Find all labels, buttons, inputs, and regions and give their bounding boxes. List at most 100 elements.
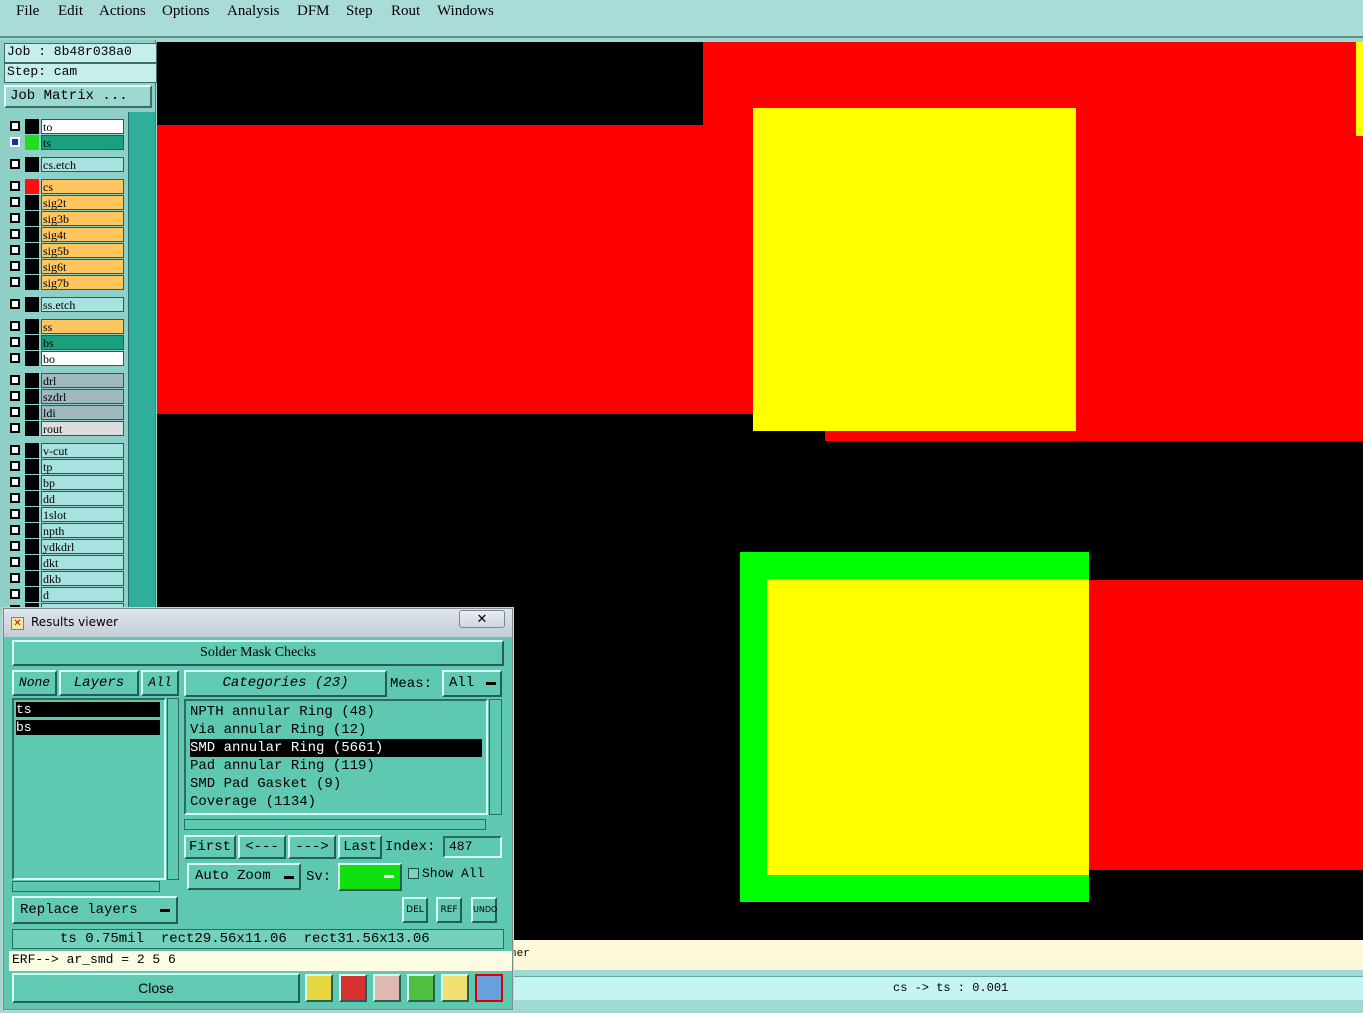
layer-row[interactable]: drl <box>6 373 124 388</box>
none-button[interactable]: None <box>12 670 57 696</box>
layer-row[interactable]: npth <box>6 523 124 538</box>
layer-row[interactable]: sig5b <box>6 243 124 258</box>
layer-name[interactable]: npth <box>41 523 124 538</box>
layer-row[interactable]: szdrl <box>6 389 124 404</box>
layer-checkbox[interactable] <box>10 525 20 535</box>
layers-button[interactable]: Layers <box>59 670 139 696</box>
layer-list-vscroll[interactable] <box>167 698 179 880</box>
close-window-button[interactable]: ✕ <box>459 610 505 628</box>
meas-dropdown[interactable]: All <box>442 670 502 697</box>
layer-checkbox[interactable] <box>10 181 20 191</box>
category-vscroll[interactable] <box>489 699 502 815</box>
layer-checkbox[interactable] <box>10 197 20 207</box>
layer-checkbox[interactable] <box>10 121 20 131</box>
menu-file[interactable]: File <box>16 3 39 20</box>
replace-layers-dropdown[interactable]: Replace layers <box>12 896 178 924</box>
category-item[interactable]: NPTH annular Ring (48) <box>190 703 375 721</box>
undo-icon[interactable]: UNDO <box>471 897 497 923</box>
auto-zoom-dropdown[interactable]: Auto Zoom <box>187 863 301 890</box>
layer-name[interactable]: dkb <box>41 571 124 586</box>
layer-checkbox[interactable] <box>10 353 20 363</box>
compare-icon[interactable] <box>407 974 435 1002</box>
layer-name[interactable]: bp <box>41 475 124 490</box>
layer-checkbox[interactable] <box>10 493 20 503</box>
menu-analysis[interactable]: Analysis <box>227 3 280 20</box>
layer-checkbox[interactable] <box>10 573 20 583</box>
categories-button[interactable]: Categories (23) <box>184 670 387 697</box>
layer-checkbox[interactable] <box>10 213 20 223</box>
layer-name[interactable]: cs <box>41 179 124 194</box>
list-item[interactable]: bs <box>16 720 160 735</box>
last-button[interactable]: Last <box>338 835 382 859</box>
menu-rout[interactable]: Rout <box>391 3 420 20</box>
layer-row[interactable]: v-cut <box>6 443 124 458</box>
layer-checkbox[interactable] <box>10 375 20 385</box>
layer-name[interactable]: szdrl <box>41 389 124 404</box>
menu-step[interactable]: Step <box>346 3 373 20</box>
erf-disabled-icon[interactable] <box>373 974 401 1002</box>
layer-row[interactable]: sig6t <box>6 259 124 274</box>
menu-options[interactable]: Options <box>162 3 210 20</box>
layer-name[interactable]: v-cut <box>41 443 124 458</box>
menu-actions[interactable]: Actions <box>99 3 146 20</box>
prev-button[interactable]: <--- <box>238 835 286 859</box>
layer-checkbox[interactable] <box>10 589 20 599</box>
layer-checkbox[interactable] <box>10 159 20 169</box>
layer-checkbox[interactable] <box>10 541 20 551</box>
layer-row[interactable]: to <box>6 119 124 134</box>
layer-name[interactable]: dkt <box>41 555 124 570</box>
layer-row[interactable]: ydkdrl <box>6 539 124 554</box>
first-button[interactable]: First <box>184 835 236 859</box>
layer-checkbox[interactable] <box>10 277 20 287</box>
layer-name[interactable]: ts <box>41 135 124 150</box>
layer-row[interactable]: bs <box>6 335 124 350</box>
menu-edit[interactable]: Edit <box>58 3 83 20</box>
layer-name[interactable]: ss <box>41 319 124 334</box>
category-item[interactable]: Via annular Ring (12) <box>190 721 366 739</box>
layer-name[interactable]: ldi <box>41 405 124 420</box>
layer-checkbox[interactable] <box>10 477 20 487</box>
layer-result-list[interactable]: ts bs <box>12 698 166 880</box>
category-hscroll[interactable] <box>184 819 486 830</box>
layer-row[interactable]: ts <box>6 135 124 150</box>
list-item[interactable]: ts <box>16 702 160 717</box>
layer-row[interactable]: bp <box>6 475 124 490</box>
layer-checkbox[interactable] <box>10 261 20 271</box>
layer-row[interactable]: sig3b <box>6 211 124 226</box>
layer-name[interactable]: sig7b <box>41 275 124 290</box>
category-item[interactable]: SMD annular Ring (5661) <box>190 739 482 757</box>
layer-row[interactable]: sig2t <box>6 195 124 210</box>
layer-row[interactable]: sig7b <box>6 275 124 290</box>
layer-checkbox[interactable] <box>10 299 20 309</box>
layer-row[interactable]: cs <box>6 179 124 194</box>
layer-checkbox[interactable] <box>10 337 20 347</box>
layer-checkbox[interactable] <box>10 245 20 255</box>
layer-checkbox[interactable] <box>10 407 20 417</box>
index-input[interactable]: 487 <box>443 836 502 858</box>
layer-row[interactable]: bo <box>6 351 124 366</box>
next-button[interactable]: ---> <box>288 835 336 859</box>
layer-row[interactable]: dd <box>6 491 124 506</box>
chart-yellow-icon[interactable] <box>305 974 333 1002</box>
layer-name[interactable]: sig2t <box>41 195 124 210</box>
dialog-titlebar[interactable]: ✕ Results viewer ✕ <box>4 609 512 637</box>
layer-name[interactable]: sig4t <box>41 227 124 242</box>
layer-name[interactable]: bo <box>41 351 124 366</box>
layer-name[interactable]: dd <box>41 491 124 506</box>
layer-checkbox[interactable] <box>10 557 20 567</box>
layer-row[interactable]: cs.etch <box>6 157 124 172</box>
layer-row[interactable]: tp <box>6 459 124 474</box>
layer-name[interactable]: rout <box>41 421 124 436</box>
layer-checkbox[interactable] <box>10 229 20 239</box>
layer-name[interactable]: d <box>41 587 124 602</box>
layer-name[interactable]: cs.etch <box>41 157 124 172</box>
layer-checkbox[interactable] <box>10 445 20 455</box>
layer-row[interactable]: d <box>6 587 124 602</box>
category-item[interactable]: Pad annular Ring (119) <box>190 757 375 775</box>
layer-name[interactable]: ss.etch <box>41 297 124 312</box>
layer-row[interactable]: 1slot <box>6 507 124 522</box>
layer-name[interactable]: ydkdrl <box>41 539 124 554</box>
layer-checkbox[interactable] <box>10 461 20 471</box>
report-red-icon[interactable] <box>339 974 367 1002</box>
layer-name[interactable]: tp <box>41 459 124 474</box>
